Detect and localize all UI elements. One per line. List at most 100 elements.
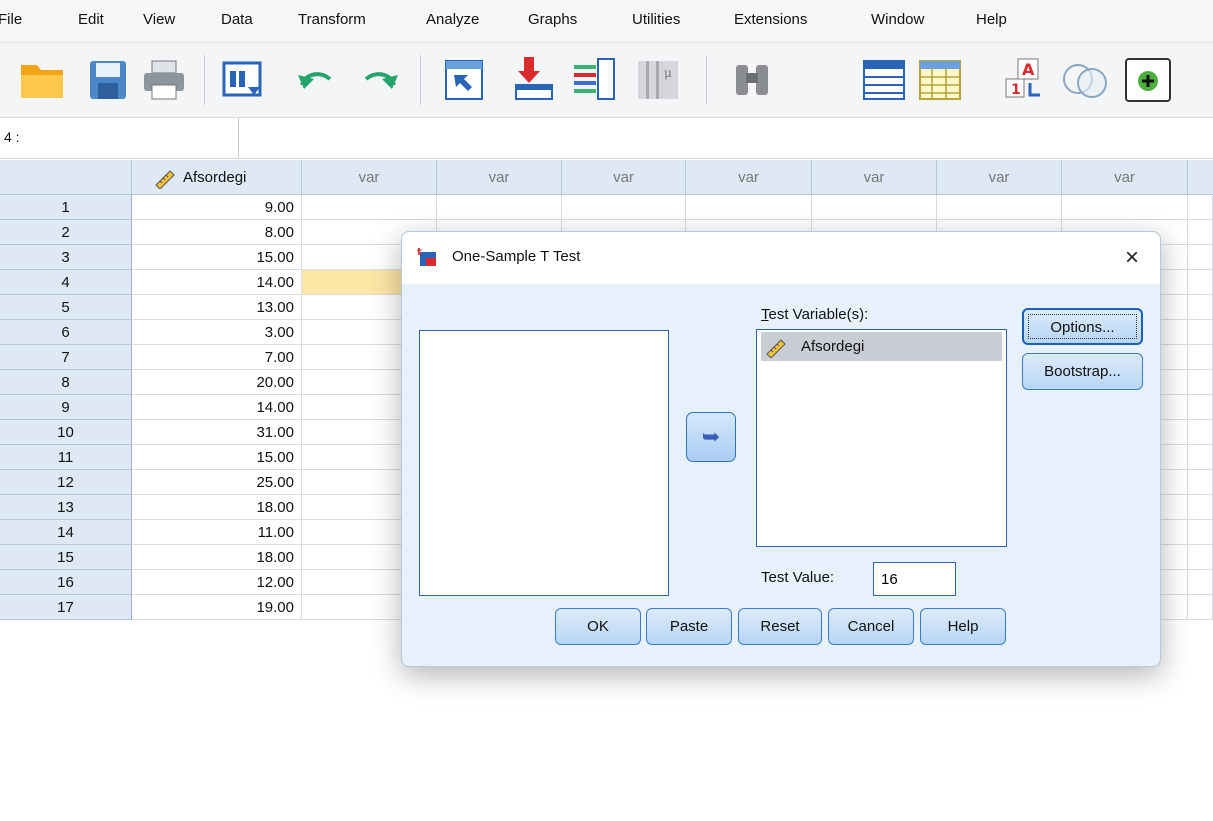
data-cell-empty[interactable] (1188, 345, 1213, 370)
split-file-icon[interactable]: μ (634, 53, 682, 105)
data-cell-afsordegi[interactable]: 3.00 (132, 320, 302, 345)
test-variables-list[interactable]: Afsordegi (756, 329, 1007, 547)
data-cell-empty[interactable] (1188, 595, 1213, 620)
menu-help[interactable]: Help (976, 11, 1007, 28)
save-icon[interactable] (84, 53, 132, 105)
use-sets-icon[interactable] (916, 53, 964, 105)
data-cell-afsordegi[interactable]: 19.00 (132, 595, 302, 620)
print-icon[interactable] (140, 53, 188, 105)
data-cell-empty[interactable] (1188, 295, 1213, 320)
data-cell-afsordegi[interactable]: 7.00 (132, 345, 302, 370)
data-cell-afsordegi[interactable]: 18.00 (132, 495, 302, 520)
move-variable-button[interactable]: ➥ (686, 412, 736, 462)
data-cell-afsordegi[interactable]: 8.00 (132, 220, 302, 245)
options-button[interactable]: Options... (1022, 308, 1143, 345)
row-header[interactable]: 3 (0, 245, 132, 270)
goto-case-icon[interactable] (440, 53, 488, 105)
column-header-var[interactable]: var (1062, 160, 1188, 195)
row-header[interactable]: 16 (0, 570, 132, 595)
row-header[interactable]: 6 (0, 320, 132, 345)
data-cell-empty[interactable] (437, 195, 562, 220)
data-cell-afsordegi[interactable]: 11.00 (132, 520, 302, 545)
corner-header[interactable] (0, 160, 132, 195)
data-cell-empty[interactable] (1188, 470, 1213, 495)
data-cell-empty[interactable] (1188, 370, 1213, 395)
row-header[interactable]: 7 (0, 345, 132, 370)
row-header[interactable]: 4 (0, 270, 132, 295)
data-cell-empty[interactable] (1188, 320, 1213, 345)
row-header[interactable]: 10 (0, 420, 132, 445)
data-cell-empty[interactable] (1188, 420, 1213, 445)
data-cell-afsordegi[interactable]: 12.00 (132, 570, 302, 595)
row-header[interactable]: 1 (0, 195, 132, 220)
find-icon[interactable] (728, 53, 776, 105)
bootstrap-button[interactable]: Bootstrap... (1022, 353, 1143, 390)
column-header-var[interactable]: var (302, 160, 437, 195)
menu-analyze[interactable]: Analyze (426, 11, 479, 28)
data-cell-empty[interactable] (1188, 570, 1213, 595)
data-cell-empty[interactable] (686, 195, 812, 220)
row-header[interactable]: 11 (0, 445, 132, 470)
menu-extensions[interactable]: Extensions (734, 11, 807, 28)
redo-icon[interactable] (356, 53, 404, 105)
paste-button[interactable]: Paste (646, 608, 732, 645)
cancel-button[interactable]: Cancel (828, 608, 914, 645)
row-header[interactable]: 17 (0, 595, 132, 620)
menu-utilities[interactable]: Utilities (632, 11, 680, 28)
add-icon[interactable] (1124, 53, 1172, 105)
data-cell-afsordegi[interactable]: 31.00 (132, 420, 302, 445)
row-header[interactable]: 14 (0, 520, 132, 545)
value-labels-icon[interactable] (860, 53, 908, 105)
data-cell-afsordegi[interactable]: 25.00 (132, 470, 302, 495)
column-header-var[interactable]: var (937, 160, 1062, 195)
data-cell-empty[interactable] (1188, 520, 1213, 545)
row-header[interactable]: 15 (0, 545, 132, 570)
source-variable-list[interactable] (419, 330, 669, 596)
data-cell-empty[interactable] (1188, 220, 1213, 245)
data-cell-empty[interactable] (562, 195, 686, 220)
row-header[interactable]: 8 (0, 370, 132, 395)
column-header-var[interactable]: var (812, 160, 937, 195)
menu-edit[interactable]: Edit (78, 11, 104, 28)
column-header-var[interactable]: var (562, 160, 686, 195)
close-icon[interactable]: × (1118, 244, 1146, 272)
test-variable-item[interactable]: Afsordegi (761, 332, 1002, 361)
data-cell-afsordegi[interactable]: 20.00 (132, 370, 302, 395)
data-cell-afsordegi[interactable]: 14.00 (132, 395, 302, 420)
data-cell-empty[interactable] (1188, 195, 1213, 220)
data-cell-empty[interactable] (1188, 270, 1213, 295)
sort-icon[interactable]: A1 (1002, 53, 1050, 105)
row-header[interactable]: 12 (0, 470, 132, 495)
menu-transform[interactable]: Transform (298, 11, 366, 28)
visible-sets-icon[interactable] (1060, 53, 1108, 105)
dialog-recall-icon[interactable] (218, 53, 266, 105)
test-value-input[interactable] (873, 562, 956, 596)
menu-file[interactable]: File (0, 11, 22, 28)
menu-data[interactable]: Data (221, 11, 253, 28)
data-cell-afsordegi[interactable]: 9.00 (132, 195, 302, 220)
data-cell-empty[interactable] (937, 195, 1062, 220)
data-cell-empty[interactable] (1188, 495, 1213, 520)
data-cell-empty[interactable] (1062, 195, 1188, 220)
undo-icon[interactable] (292, 53, 340, 105)
row-header[interactable]: 13 (0, 495, 132, 520)
ok-button[interactable]: OK (555, 608, 641, 645)
row-header[interactable]: 5 (0, 295, 132, 320)
insert-cases-icon[interactable] (510, 53, 558, 105)
column-header-afsordegi[interactable]: Afsordegi (132, 160, 302, 195)
data-cell-empty[interactable] (1188, 445, 1213, 470)
menu-view[interactable]: View (143, 11, 175, 28)
row-header[interactable]: 2 (0, 220, 132, 245)
open-folder-icon[interactable] (18, 53, 66, 105)
data-cell-empty[interactable] (1188, 545, 1213, 570)
data-cell-empty[interactable] (812, 195, 937, 220)
data-cell-afsordegi[interactable]: 13.00 (132, 295, 302, 320)
column-header-var[interactable]: var (437, 160, 562, 195)
data-cell-afsordegi[interactable]: 14.00 (132, 270, 302, 295)
column-header-var[interactable]: var (686, 160, 812, 195)
help-button[interactable]: Help (920, 608, 1006, 645)
menu-graphs[interactable]: Graphs (528, 11, 577, 28)
data-cell-afsordegi[interactable]: 15.00 (132, 245, 302, 270)
row-header[interactable]: 9 (0, 395, 132, 420)
data-cell-afsordegi[interactable]: 18.00 (132, 545, 302, 570)
